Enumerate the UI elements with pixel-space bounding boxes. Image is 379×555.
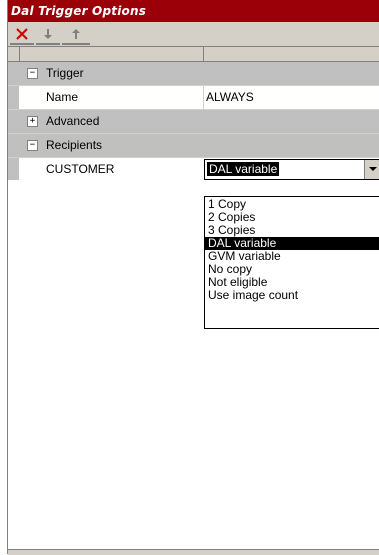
collapse-icon[interactable]: − — [27, 68, 38, 79]
window-title: Dal Trigger Options — [11, 4, 147, 18]
group-label: Recipients — [46, 138, 103, 152]
close-x-icon — [16, 28, 28, 40]
recipient-copies-select[interactable]: DAL variable — [204, 159, 379, 180]
dropdown-button[interactable] — [364, 160, 379, 179]
collapse-icon[interactable]: − — [27, 140, 38, 151]
row-gutter — [8, 86, 19, 109]
title-bar: Dal Trigger Options — [8, 0, 379, 22]
property-row-name[interactable]: Name ALWAYS — [8, 86, 379, 110]
property-value[interactable]: ALWAYS — [206, 90, 254, 104]
row-gutter — [8, 134, 19, 157]
bottom-border — [8, 549, 379, 555]
move-up-button[interactable] — [62, 25, 90, 45]
column-divider — [203, 86, 204, 109]
row-gutter — [8, 110, 19, 133]
chevron-down-icon — [369, 167, 377, 171]
copies-dropdown-list[interactable]: 1 Copy 2 Copies 3 Copies DAL variable GV… — [204, 196, 379, 329]
group-label: Trigger — [46, 66, 84, 80]
group-label: Advanced — [46, 114, 100, 128]
group-row-trigger[interactable]: − Trigger — [8, 62, 379, 86]
row-gutter — [8, 158, 19, 180]
arrow-up-icon — [72, 29, 80, 39]
property-label: CUSTOMER — [46, 162, 115, 176]
selected-value: DAL variable — [207, 162, 280, 176]
toolbar — [8, 22, 379, 47]
header-value-column — [204, 47, 379, 61]
group-row-advanced[interactable]: + Advanced — [8, 110, 379, 134]
move-down-button[interactable] — [36, 25, 60, 45]
grid-header — [8, 47, 379, 62]
header-property-column — [20, 47, 204, 61]
header-gutter — [8, 47, 20, 61]
property-row-customer[interactable]: CUSTOMER DAL variable — [8, 158, 379, 180]
group-row-recipients[interactable]: − Recipients — [8, 134, 379, 158]
property-label: Name — [46, 90, 79, 104]
delete-button[interactable] — [10, 25, 34, 45]
arrow-down-icon — [44, 29, 52, 39]
expand-icon[interactable]: + — [27, 116, 38, 127]
trigger-options-panel: Dal Trigger Options − Trigger Name ALWAY… — [7, 0, 379, 555]
row-gutter — [8, 62, 19, 85]
dropdown-option[interactable]: Use image count — [205, 289, 379, 302]
